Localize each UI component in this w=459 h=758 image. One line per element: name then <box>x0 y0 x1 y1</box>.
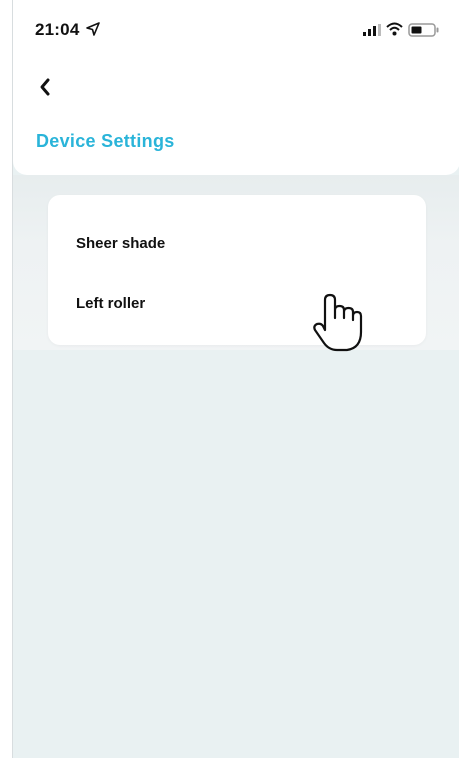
app-screen: 21:04 Device Settings Sheer shade Left r… <box>12 0 459 758</box>
device-item-sheer-shade[interactable]: Sheer shade <box>48 219 426 269</box>
device-item-label: Left roller <box>76 295 146 312</box>
chevron-left-icon <box>40 78 50 96</box>
back-button[interactable] <box>38 74 68 102</box>
device-item-label: Sheer shade <box>76 235 166 252</box>
page-title: Device Settings <box>36 131 175 151</box>
signal-icon <box>363 24 381 36</box>
device-item-left-roller[interactable]: Left roller <box>48 279 426 329</box>
location-arrow-icon <box>86 22 100 36</box>
wifi-icon <box>386 22 403 36</box>
battery-icon <box>408 23 439 37</box>
device-list-card: Sheer shade Left roller <box>48 195 426 345</box>
status-time: 21:04 <box>35 20 80 39</box>
status-bar: 21:04 <box>13 0 459 60</box>
hand-pointer-icon <box>313 293 363 352</box>
